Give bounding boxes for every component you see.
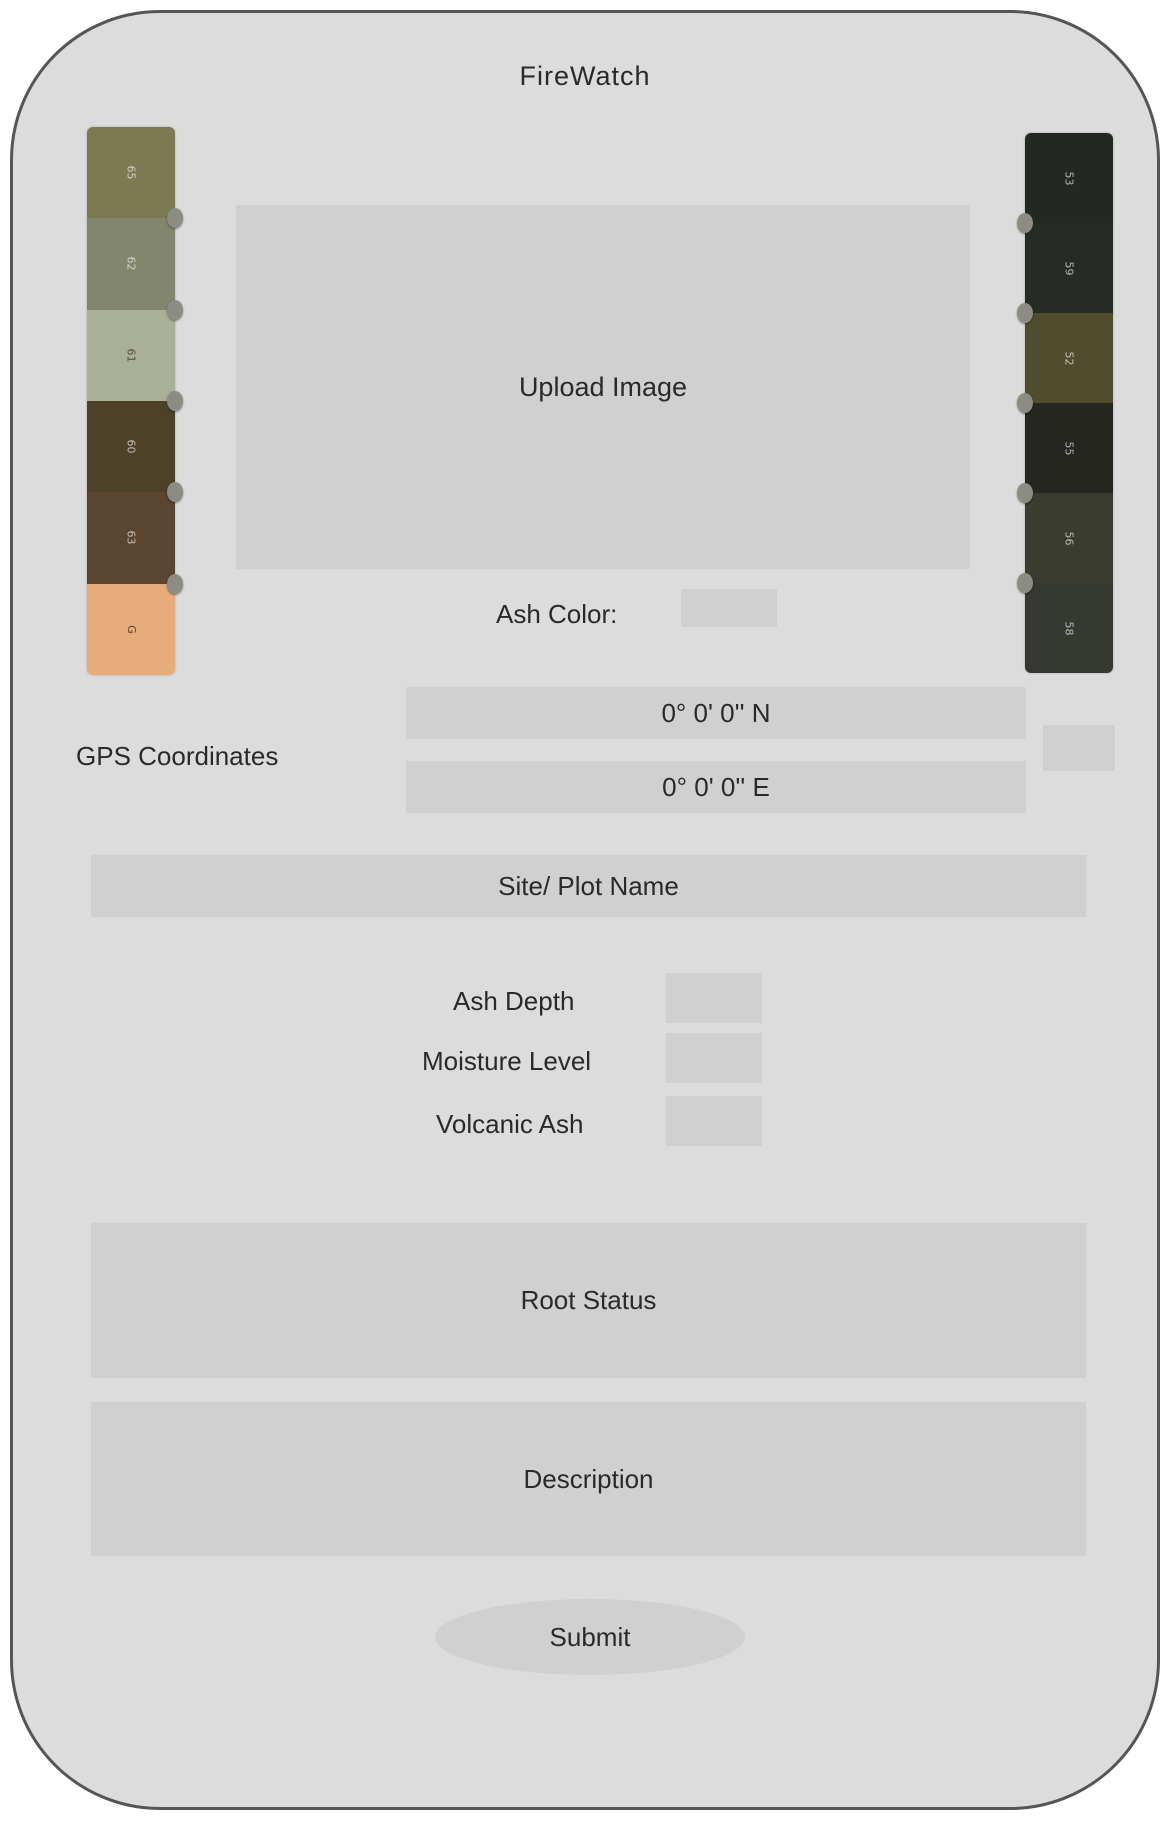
longitude-field[interactable]: 0° 0' 0'' E (406, 761, 1026, 813)
color-chip[interactable]: 61 (87, 309, 183, 411)
upload-image-label: Upload Image (518, 371, 688, 402)
longitude-value: 0° 0' 0'' E (662, 771, 770, 802)
chip-tab (167, 390, 183, 411)
color-chip[interactable]: 60 (87, 400, 183, 503)
color-chip[interactable]: 52 (1017, 313, 1113, 413)
color-chip[interactable]: 59 (1017, 223, 1113, 323)
gps-label: GPS Coordinates (76, 741, 279, 771)
color-chart-left: 65 62 61 60 63 G (87, 127, 183, 675)
site-plot-name-placeholder: Site/ Plot Name (498, 870, 679, 901)
chip-tab (167, 299, 183, 320)
ash-depth-input[interactable] (666, 973, 762, 1023)
color-chip[interactable]: 58 (1025, 583, 1113, 673)
color-chip[interactable]: 65 (87, 127, 183, 229)
volcanic-ash-input[interactable] (666, 1096, 762, 1146)
submit-button[interactable]: Submit (435, 1599, 745, 1675)
chip-tab (167, 482, 183, 503)
color-chip[interactable]: 55 (1017, 403, 1113, 503)
description-field[interactable]: Description (91, 1402, 1086, 1556)
ash-color-swatch[interactable] (681, 589, 777, 627)
chip-number: 65 (124, 165, 138, 180)
upload-image-button[interactable]: Upload Image (236, 205, 970, 569)
submit-label: Submit (549, 1621, 631, 1652)
ash-color-label: Ash Color: (496, 599, 618, 629)
chip-number: 52 (1062, 351, 1076, 365)
color-chip[interactable]: 56 (1017, 493, 1113, 593)
gps-locate-button[interactable] (1043, 725, 1115, 771)
root-status-field[interactable]: Root Status (91, 1223, 1086, 1378)
chip-tab (1017, 303, 1033, 323)
root-status-placeholder: Root Status (520, 1285, 657, 1315)
chip-number: 59 (1062, 261, 1076, 275)
chip-number: 60 (124, 439, 138, 454)
description-placeholder: Description (523, 1463, 654, 1494)
chip-number: G (124, 625, 138, 634)
phone-frame: FireWatch 65 62 61 60 63 G 53 59 52 55 5… (10, 10, 1160, 1810)
volcanic-ash-label: Volcanic Ash (436, 1109, 584, 1139)
chip-tab (167, 573, 183, 594)
chip-tab (1017, 483, 1033, 503)
color-chip[interactable]: 62 (87, 218, 183, 320)
site-plot-name-field[interactable]: Site/ Plot Name (91, 855, 1086, 917)
chip-number: 53 (1062, 171, 1076, 185)
color-chip[interactable]: 53 (1017, 133, 1113, 233)
chip-number: 61 (124, 348, 138, 363)
color-chip[interactable]: 63 (87, 492, 183, 594)
chip-tab (1017, 213, 1033, 233)
latitude-field[interactable]: 0° 0' 0'' N (406, 687, 1026, 739)
chip-tab (167, 208, 183, 229)
chip-number: 62 (124, 256, 138, 271)
color-chart-right: 53 59 52 55 56 58 (1017, 133, 1113, 673)
ash-depth-label: Ash Depth (453, 986, 575, 1016)
chip-number: 58 (1062, 621, 1076, 635)
latitude-value: 0° 0' 0'' N (661, 697, 771, 728)
chip-number: 63 (124, 530, 138, 545)
moisture-level-input[interactable] (666, 1033, 762, 1083)
chip-number: 56 (1062, 531, 1076, 545)
chip-tab (1017, 393, 1033, 413)
chip-number: 55 (1062, 441, 1076, 455)
app-title: FireWatch (519, 61, 651, 91)
color-chip[interactable]: G (87, 583, 175, 675)
moisture-level-label: Moisture Level (422, 1046, 592, 1076)
chip-tab (1017, 573, 1033, 593)
